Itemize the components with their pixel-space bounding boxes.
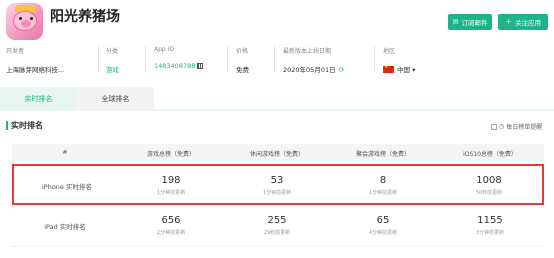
update-time: 1分钟前更新 xyxy=(262,190,292,196)
pig-app-icon xyxy=(6,3,43,40)
reminder-checkbox[interactable] xyxy=(491,123,497,130)
price-label: 价格 xyxy=(236,48,249,55)
appid-value[interactable]: 1483408788 xyxy=(154,62,195,70)
mail-icon: ✉ xyxy=(452,17,459,26)
last-online-row: 2020年05月01日 ⟳ xyxy=(283,64,344,74)
tab-realtime-rank[interactable]: 实时排名 xyxy=(0,87,77,111)
rank-value[interactable]: 1155 xyxy=(436,215,544,226)
price-value: 免费 xyxy=(236,66,249,74)
follow-app-label: 关注应用 xyxy=(515,19,541,27)
update-time: 4分钟前更新 xyxy=(368,230,398,236)
column-header: 聚会游戏榜（免费） xyxy=(355,151,410,158)
row-label: iPad 实时排名 xyxy=(44,223,86,231)
row-label: iPhone 实时排名 xyxy=(41,183,92,191)
section-title: 实时排名 xyxy=(6,120,43,131)
plus-icon: ＋ xyxy=(505,17,512,26)
appid-row: 1483408788 xyxy=(154,62,204,70)
category-label: 分类 xyxy=(106,48,119,55)
meta-divider xyxy=(227,46,228,72)
last-online-value: 2020年05月01日 xyxy=(283,66,336,74)
column-header: # xyxy=(62,149,68,156)
clock-icon: ◷ xyxy=(499,123,505,130)
refresh-icon[interactable]: ⟳ xyxy=(339,66,345,74)
column-header: 休闲游戏榜（免费） xyxy=(249,151,304,158)
qr-code-icon[interactable] xyxy=(197,63,204,69)
daily-reminder-toggle[interactable]: ◷ 每日榜单提醒 xyxy=(491,122,542,131)
update-time: 1分钟前更新 xyxy=(368,190,398,196)
ranking-tabs: 实时排名 全球排名 xyxy=(0,87,554,111)
rank-value[interactable]: 65 xyxy=(330,215,436,226)
category-value[interactable]: 游戏 xyxy=(106,64,119,74)
meta-price: 价格 免费 xyxy=(236,46,249,74)
developer-label: 开发者 xyxy=(6,48,25,55)
rank-value[interactable]: 8 xyxy=(330,175,436,186)
column-header: iOS10总榜（免费） xyxy=(463,151,517,158)
rank-value[interactable]: 255 xyxy=(224,215,330,226)
region-select[interactable]: 中国 ▾ xyxy=(383,64,415,74)
caret-down-icon: ▾ xyxy=(412,66,416,74)
meta-appid: App ID 1483408788 xyxy=(154,46,204,70)
ranking-table-header: # 游戏总榜（免费） 休闲游戏榜（免费） 聚会游戏榜（免费） iOS10总榜（免… xyxy=(12,144,544,161)
rank-value[interactable]: 198 xyxy=(118,175,224,186)
tab-global-rank[interactable]: 全球排名 xyxy=(77,87,154,111)
meta-last-online: 最新版本上线日期 2020年05月01日 ⟳ xyxy=(283,46,344,74)
update-time: 2分钟前更新 xyxy=(156,230,186,236)
last-online-label: 最新版本上线日期 xyxy=(283,48,332,55)
update-time: 1分钟前更新 xyxy=(156,190,186,196)
app-title: 阳光养猪场 xyxy=(50,9,120,25)
column-header: 游戏总榜（免费） xyxy=(146,151,195,158)
follow-app-button[interactable]: ＋ 关注应用 xyxy=(498,14,548,30)
rank-value[interactable]: 656 xyxy=(118,215,224,226)
table-row-ipad: iPad 实时排名 656 2分钟前更新 255 29秒前更新 65 4分钟前更… xyxy=(12,206,544,247)
subscribe-email-button[interactable]: ✉ 订阅邮件 xyxy=(448,14,492,30)
update-time: 3分钟前更新 xyxy=(475,230,505,236)
region-label: 地区 xyxy=(383,48,396,55)
table-row-iphone: iPhone 实时排名 198 1分钟前更新 53 1分钟前更新 8 1分钟前更… xyxy=(12,164,544,205)
rank-value[interactable]: 53 xyxy=(224,175,330,186)
reminder-label: 每日榜单提醒 xyxy=(506,124,543,131)
subscribe-email-label: 订阅邮件 xyxy=(461,19,488,27)
appid-label: App ID xyxy=(154,46,175,53)
update-time: 29秒前更新 xyxy=(263,230,291,236)
meta-divider xyxy=(274,46,275,72)
meta-divider xyxy=(374,46,375,72)
meta-category: 分类 游戏 xyxy=(106,46,119,74)
meta-region: 地区 中国 ▾ xyxy=(383,46,415,74)
rank-value[interactable]: 1008 xyxy=(436,175,542,186)
region-value: 中国 xyxy=(397,66,410,74)
meta-developer: 开发者 上海脉芽网络科技... xyxy=(6,46,64,74)
meta-divider xyxy=(145,46,146,72)
update-time: 50秒前更新 xyxy=(475,190,503,196)
china-flag-icon xyxy=(383,64,394,73)
meta-divider xyxy=(98,46,99,72)
developer-value[interactable]: 上海脉芽网络科技... xyxy=(6,64,64,74)
